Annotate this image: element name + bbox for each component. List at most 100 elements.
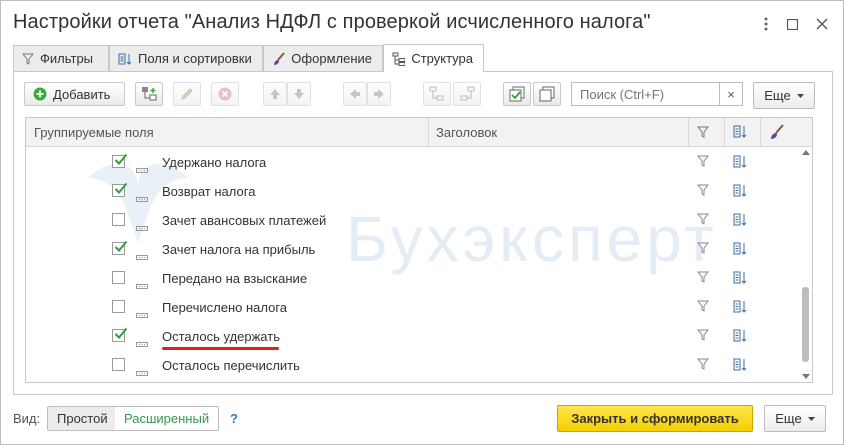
group-level-down-button[interactable]: [453, 82, 481, 106]
field-icon: [136, 277, 148, 289]
column-separator: [724, 118, 725, 146]
settings-window: Настройки отчета "Анализ НДФЛ с проверко…: [0, 0, 844, 445]
edit-button[interactable]: [173, 82, 201, 106]
row-checkbox[interactable]: [112, 182, 128, 197]
row-checkbox[interactable]: [112, 240, 128, 255]
add-button[interactable]: Добавить: [24, 82, 125, 106]
delete-button[interactable]: [211, 82, 239, 106]
table-row[interactable]: Передано на взыскание: [26, 264, 800, 293]
row-filter-icon[interactable]: [696, 300, 710, 315]
table-row[interactable]: Перечислено налога: [26, 293, 800, 322]
bottom-bar: Вид: Простой Расширенный ? Закрыть и сфо…: [13, 405, 833, 432]
uncheck-all-button[interactable]: [533, 82, 561, 106]
row-checkbox[interactable]: [112, 153, 128, 168]
tab-structure[interactable]: Структура: [383, 44, 484, 72]
tab-filters[interactable]: Фильтры: [13, 45, 109, 71]
row-sort-icon[interactable]: [733, 357, 749, 376]
view-simple-button[interactable]: Простой: [47, 406, 118, 431]
table-row[interactable]: Зачет налога на прибыль: [26, 235, 800, 264]
close-and-generate-label: Закрыть и сформировать: [571, 411, 739, 426]
chevron-down-icon: [796, 93, 804, 98]
table-row[interactable]: Зачет авансовых платежей: [26, 206, 800, 235]
move-right-button[interactable]: [367, 82, 391, 106]
add-button-label: Добавить: [53, 86, 111, 102]
column-filter-header[interactable]: [697, 118, 709, 146]
field-icon: [136, 364, 148, 376]
column-separator: [428, 118, 429, 146]
table-row[interactable]: Осталось удержать: [26, 322, 800, 351]
help-link[interactable]: ?: [230, 411, 238, 426]
column-separator: [760, 118, 761, 146]
row-label: Перечислено налога: [162, 300, 288, 315]
table-row[interactable]: Осталось перечислить: [26, 351, 800, 380]
bottom-more-button[interactable]: Еще: [764, 405, 826, 432]
scrollbar-thumb[interactable]: [802, 287, 809, 362]
column-sort-header[interactable]: [733, 118, 749, 146]
row-sort-icon[interactable]: [733, 299, 749, 318]
row-filter-icon[interactable]: [696, 213, 710, 228]
row-checkbox[interactable]: [112, 300, 125, 313]
column-fields-header[interactable]: Группируемые поля: [34, 118, 154, 146]
move-up-button[interactable]: [263, 82, 287, 106]
move-down-button[interactable]: [287, 82, 311, 106]
move-left-button[interactable]: [343, 82, 367, 106]
row-label: Удержано налога: [162, 155, 267, 170]
field-icon: [136, 335, 148, 347]
table-row[interactable]: Возврат налога: [26, 177, 800, 206]
table-row[interactable]: Удержано налога: [26, 148, 800, 177]
check-all-icon: [509, 86, 525, 102]
row-sort-icon[interactable]: [733, 212, 749, 231]
group-level-up-button[interactable]: [423, 82, 451, 106]
more-options-icon[interactable]: [755, 13, 777, 35]
arrow-up-icon: [270, 89, 280, 99]
row-checkbox[interactable]: [112, 327, 128, 342]
field-icon: [136, 190, 148, 202]
checkmark-icon: [114, 153, 128, 165]
add-group-button[interactable]: [135, 82, 163, 106]
close-and-generate-button[interactable]: Закрыть и сформировать: [557, 405, 753, 432]
search-clear-button[interactable]: ×: [719, 83, 742, 105]
column-header-header[interactable]: Заголовок: [436, 118, 497, 146]
row-filter-icon[interactable]: [696, 329, 710, 344]
row-checkbox[interactable]: [112, 213, 125, 226]
check-all-button[interactable]: [503, 82, 531, 106]
row-label: Зачет авансовых платежей: [162, 213, 327, 228]
row-sort-icon[interactable]: [733, 154, 749, 173]
view-extended-button[interactable]: Расширенный: [115, 406, 220, 431]
maximize-icon[interactable]: [781, 13, 803, 35]
row-filter-icon[interactable]: [696, 155, 710, 170]
row-filter-icon[interactable]: [696, 271, 710, 286]
search-field[interactable]: ×: [571, 82, 743, 106]
row-filter-icon[interactable]: [696, 242, 710, 257]
row-sort-icon[interactable]: [733, 183, 749, 202]
row-sort-icon[interactable]: [733, 328, 749, 347]
field-icon: [136, 306, 148, 318]
row-checkbox[interactable]: [112, 271, 125, 284]
scroll-down-icon[interactable]: [802, 374, 810, 379]
highlight-underline: [162, 347, 279, 350]
toolbar: Добавить Поиск (Ctrl+F) × Еще: [13, 82, 823, 109]
row-filter-icon[interactable]: [696, 184, 710, 199]
view-label: Вид:: [13, 411, 41, 426]
toolbar-more-label: Еще: [764, 88, 791, 103]
add-icon: [33, 87, 47, 101]
toolbar-more-button[interactable]: Еще: [753, 82, 815, 109]
title-bar: Настройки отчета "Анализ НДФЛ с проверко…: [13, 9, 843, 39]
close-icon[interactable]: [811, 13, 833, 35]
row-sort-icon[interactable]: [733, 270, 749, 289]
grid-scrollbar[interactable]: [800, 147, 812, 382]
level-up-icon: [429, 86, 444, 101]
row-sort-icon[interactable]: [733, 241, 749, 260]
bottom-more-label: Еще: [775, 411, 802, 426]
tab-fields-sort[interactable]: Поля и сортировки: [109, 45, 263, 71]
tab-appearance[interactable]: Оформление: [263, 45, 383, 71]
row-label: Передано на взыскание: [162, 271, 308, 286]
pencil-icon: [181, 88, 193, 100]
row-checkbox[interactable]: [112, 358, 125, 371]
row-filter-icon[interactable]: [696, 358, 710, 373]
column-appearance-header[interactable]: [769, 118, 785, 146]
row-label: Возврат налога: [162, 184, 256, 199]
checkmark-icon: [114, 240, 128, 252]
search-input[interactable]: [578, 85, 722, 103]
scroll-up-icon[interactable]: [802, 150, 810, 155]
